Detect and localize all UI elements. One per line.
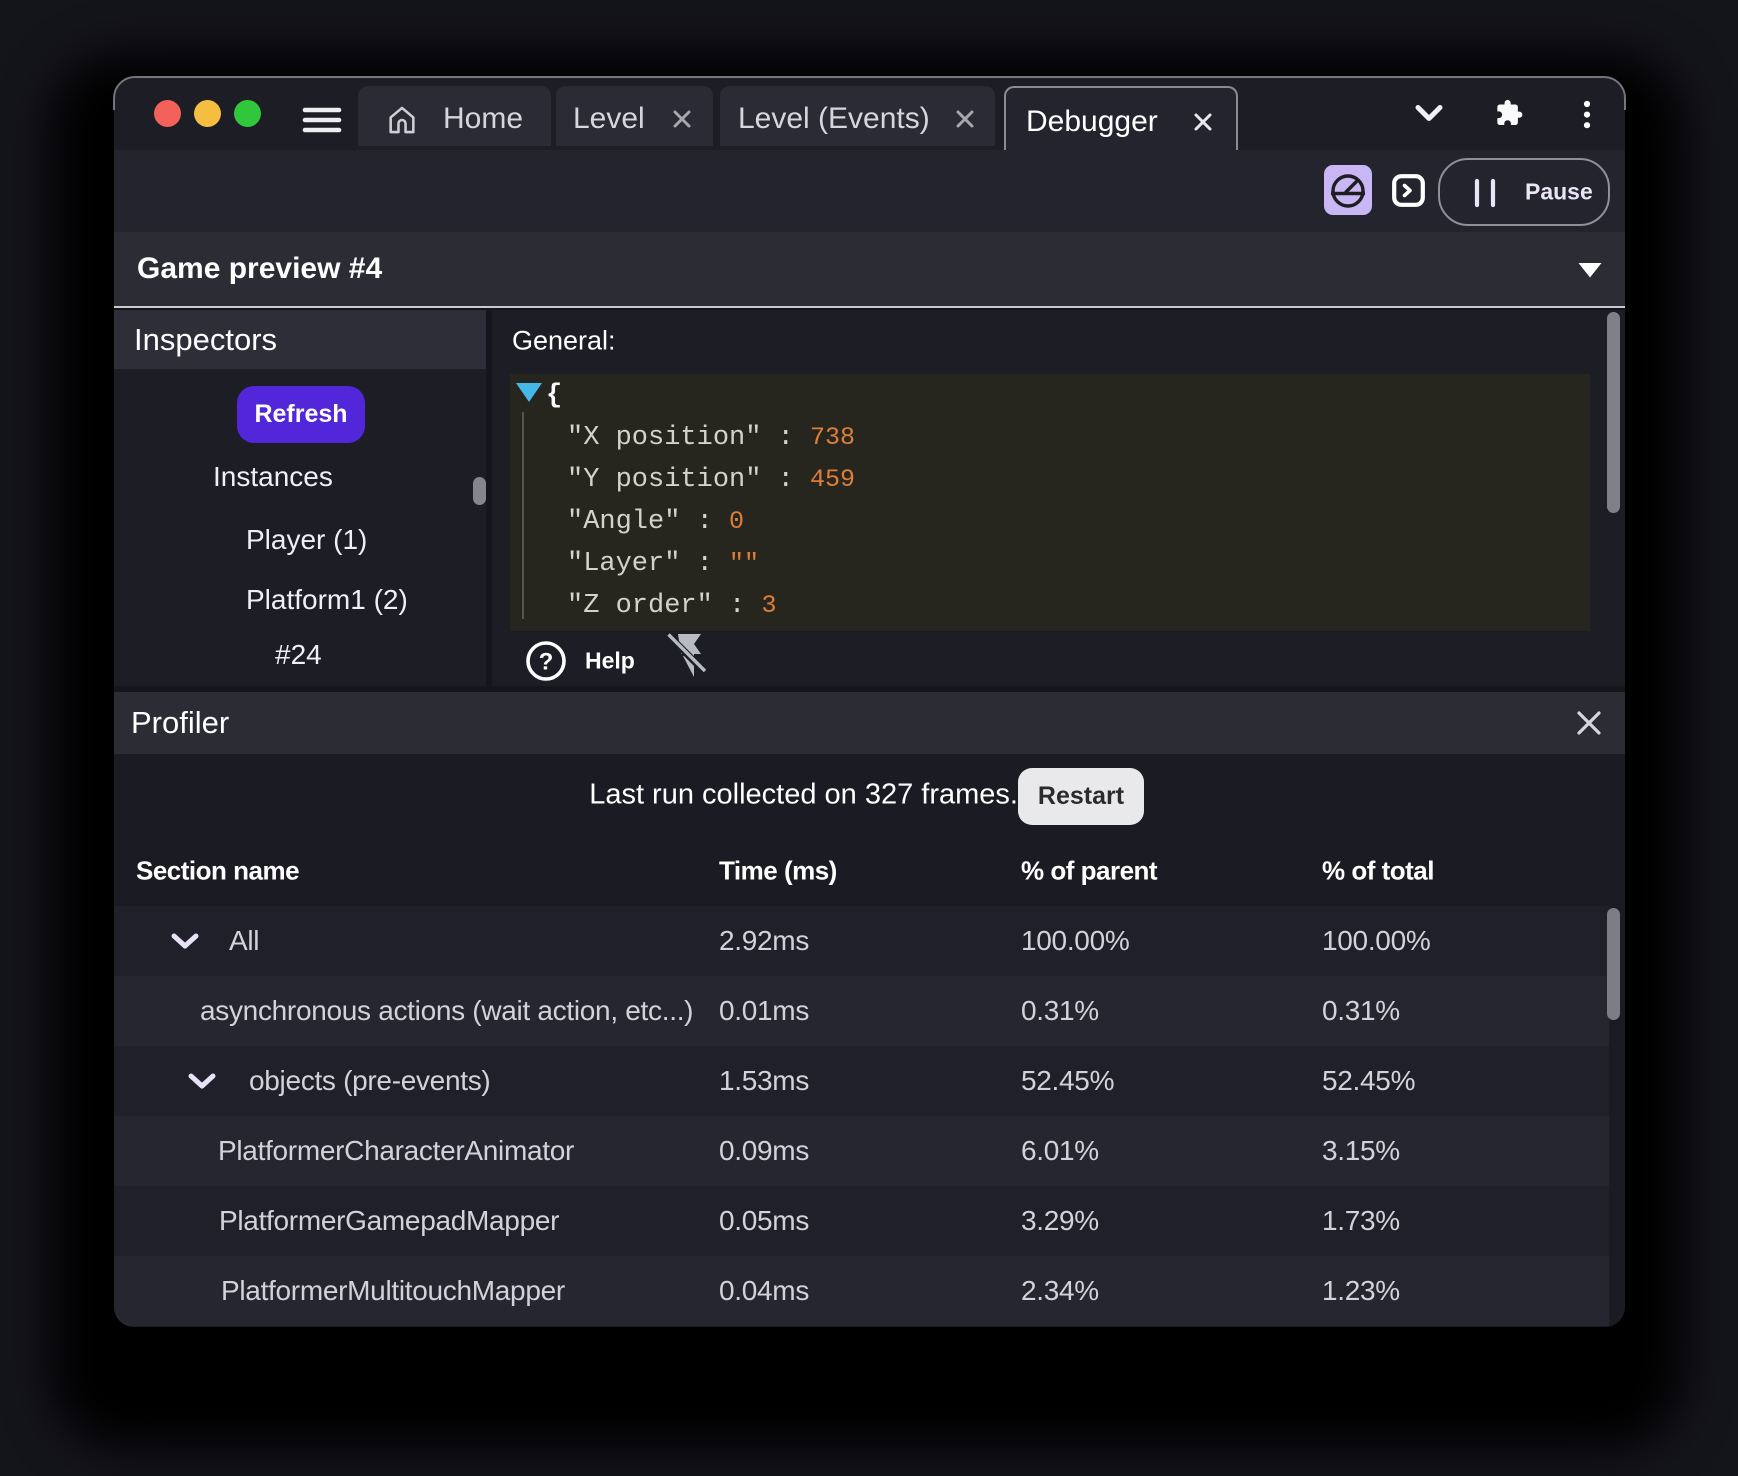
svg-text:?: ?: [539, 649, 554, 676]
